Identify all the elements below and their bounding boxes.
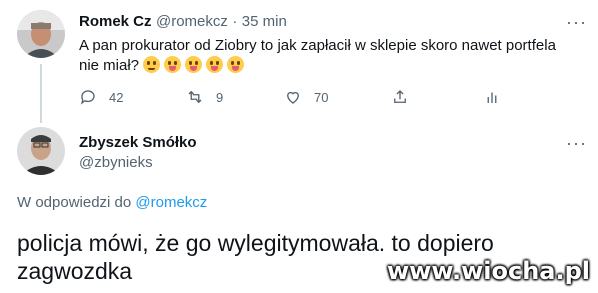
like-count: 70	[314, 89, 329, 105]
parent-tweet-text: A pan prokurator od Ziobry to jak zapłac…	[79, 36, 569, 76]
parent-author-name[interactable]: Romek Cz	[79, 13, 152, 30]
like-action[interactable]: 70	[284, 88, 328, 106]
analytics-action[interactable]	[483, 88, 501, 106]
reply-to-handle-link[interactable]: @romekcz	[135, 194, 207, 211]
share-icon	[394, 90, 406, 103]
reply-count: 42	[109, 89, 124, 105]
parent-timestamp[interactable]: 35 min	[242, 13, 287, 30]
reply-icon	[80, 90, 95, 105]
site-watermark: www.wiocha.pl	[386, 257, 590, 285]
emoji-zany-icon	[227, 56, 245, 73]
reply-action[interactable]: 42	[79, 88, 123, 106]
retweet-action[interactable]: 9	[186, 88, 223, 106]
retweet-icon	[188, 90, 202, 104]
parent-header: Romek Cz @romekcz · 35 min	[79, 13, 287, 31]
emoji-zany-icon	[185, 56, 203, 73]
reply-context: W odpowiedzi do @romekcz	[17, 194, 207, 211]
separator-dot: ·	[232, 13, 238, 30]
retweet-count: 9	[216, 89, 224, 105]
parent-author-handle[interactable]: @romekcz	[156, 13, 228, 30]
emoji-zany-icon	[164, 56, 182, 73]
parent-more-button[interactable]: ···	[566, 12, 587, 33]
reply-author-handle[interactable]: @zbynieks	[79, 154, 153, 171]
reply-to-label: W odpowiedzi do	[17, 194, 132, 211]
reply-avatar[interactable]	[17, 127, 65, 175]
analytics-icon	[487, 92, 497, 103]
thread-connector-line	[40, 64, 42, 123]
emoji-thinking-icon	[143, 56, 161, 73]
reply-more-button[interactable]: ···	[566, 133, 587, 154]
parent-avatar[interactable]	[17, 10, 65, 58]
share-action[interactable]	[391, 88, 409, 106]
emoji-zany-icon	[206, 56, 224, 73]
reply-author-name[interactable]: Zbyszek Smółko	[79, 134, 197, 151]
heart-icon	[287, 91, 299, 104]
